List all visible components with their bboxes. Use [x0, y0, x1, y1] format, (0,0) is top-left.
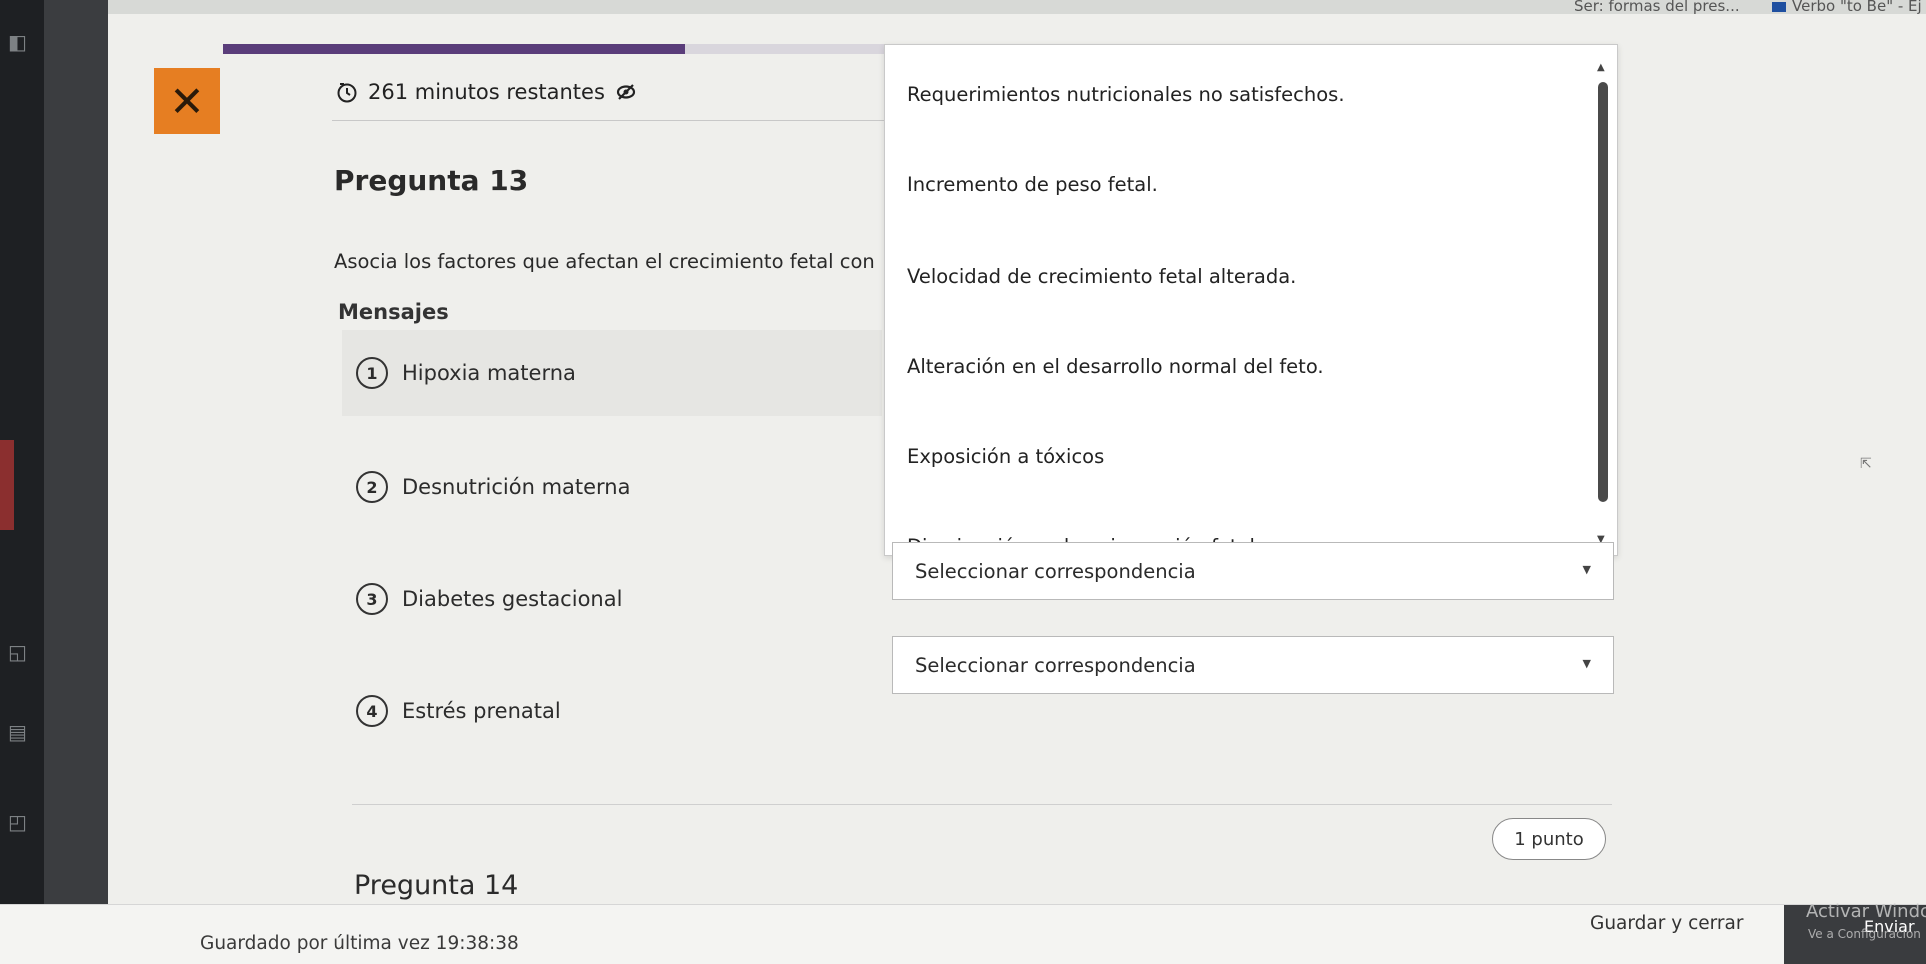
browser-tab-strip: Ser: formas del pres... Verbo "to Be" - …: [108, 0, 1926, 14]
dropdown-option[interactable]: Incremento de peso fetal.: [907, 173, 1158, 196]
footer-bar: Guardado por última vez 19:38:38 Guardar…: [0, 901, 1926, 964]
save-and-close-button[interactable]: Guardar y cerrar: [1590, 913, 1743, 934]
premise-label: Diabetes gestacional: [402, 587, 623, 611]
caret-down-icon: ▼: [1582, 563, 1591, 576]
last-saved-text: Guardado por última vez 19:38:38: [200, 933, 519, 954]
divider: [352, 804, 1612, 805]
premise-number: 1: [356, 357, 388, 389]
close-button[interactable]: ✕: [154, 68, 220, 134]
activate-windows-watermark: Activar Windo: [1806, 901, 1926, 922]
dropdown-option[interactable]: Exposición a tóxicos: [907, 445, 1104, 468]
select-value: Seleccionar correspondencia: [915, 559, 1196, 583]
browser-tab[interactable]: Ser: formas del pres...: [1574, 0, 1740, 14]
dropdown-options-list[interactable]: Requerimientos nutricionales no satisfec…: [884, 44, 1618, 556]
mouse-cursor-icon: ⇱: [1860, 456, 1872, 472]
divider: [332, 120, 892, 121]
messages-label: Mensajes: [338, 300, 449, 324]
tab-label: Ser: formas del pres...: [1574, 0, 1740, 14]
timer: 261 minutos restantes: [336, 80, 637, 104]
dropdown-option[interactable]: Requerimientos nutricionales no satisfec…: [907, 83, 1345, 106]
premise-label: Hipoxia materna: [402, 361, 576, 385]
activate-windows-subtext: Ve a Configuración: [1808, 927, 1921, 941]
left-gutter: ◧ ◱ ▤ ◰: [0, 0, 108, 963]
app-icon: ▤: [8, 720, 27, 744]
match-select-3[interactable]: Seleccionar correspondencia ▼: [892, 542, 1614, 600]
question-title: Pregunta 14: [354, 870, 519, 901]
scroll-up-icon[interactable]: ▲: [1597, 62, 1605, 73]
tab-favicon-icon: [1772, 1, 1786, 12]
visibility-off-icon[interactable]: [615, 81, 637, 103]
dropdown-option[interactable]: Velocidad de crecimiento fetal alterada.: [907, 265, 1296, 288]
progress-bar: [223, 44, 903, 54]
quiz-page: ✕ 261 minutos restantes Pregunta 13 Asoc…: [108, 14, 1926, 963]
timer-text: 261 minutos restantes: [368, 80, 605, 104]
tab-label: Verbo "to Be" - Ej: [1792, 0, 1922, 14]
premise-number: 2: [356, 471, 388, 503]
premise-item: 1 Hipoxia materna: [342, 330, 882, 416]
premise-number: 3: [356, 583, 388, 615]
app-icon: ◰: [8, 810, 27, 834]
question-title: Pregunta 13: [334, 164, 529, 197]
app-icon: ◱: [8, 640, 27, 664]
dropdown-option[interactable]: Alteración en el desarrollo normal del f…: [907, 355, 1324, 378]
match-select-4[interactable]: Seleccionar correspondencia ▼: [892, 636, 1614, 694]
points-badge: 1 punto: [1492, 818, 1606, 860]
question-prompt: Asocia los factores que afectan el creci…: [334, 250, 875, 273]
premise-item: 3 Diabetes gestacional: [342, 556, 882, 642]
premise-label: Desnutrición materna: [402, 475, 631, 499]
premise-item: 4 Estrés prenatal: [342, 668, 882, 754]
accent-bar: [0, 440, 14, 530]
premise-number: 4: [356, 695, 388, 727]
scrollbar-thumb[interactable]: [1598, 82, 1608, 502]
close-icon: ✕: [169, 76, 205, 126]
progress-fill: [223, 44, 686, 54]
select-value: Seleccionar correspondencia: [915, 653, 1196, 677]
browser-tab[interactable]: Verbo "to Be" - Ej: [1772, 0, 1922, 14]
app-icon: ◧: [8, 30, 27, 54]
caret-down-icon: ▼: [1582, 657, 1591, 670]
premise-label: Estrés prenatal: [402, 699, 561, 723]
timer-icon: [337, 83, 357, 103]
premise-item: 2 Desnutrición materna: [342, 444, 882, 530]
